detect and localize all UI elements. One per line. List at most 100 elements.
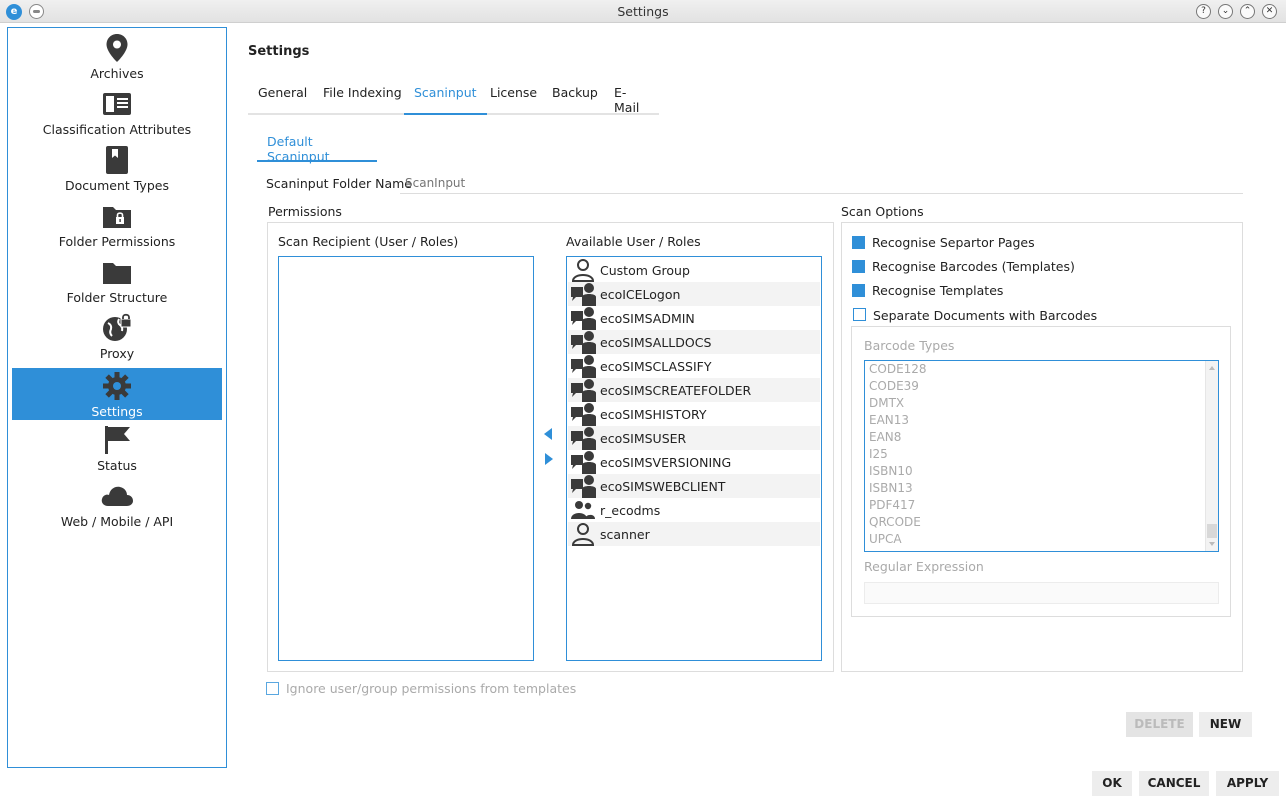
maximize-button[interactable]: ⌃ — [1240, 4, 1255, 19]
list-item[interactable]: ecoSIMSWEBCLIENT — [568, 474, 820, 498]
sidebar-item-archives[interactable]: Archives — [12, 30, 222, 82]
list-item[interactable]: ecoSIMSHISTORY — [568, 402, 820, 426]
apply-button[interactable]: APPLY — [1216, 771, 1279, 796]
ignore-template-permissions-label: Ignore user/group permissions from templ… — [286, 681, 577, 696]
locked-folder-icon — [12, 201, 222, 231]
role-icon — [568, 474, 598, 498]
regex-input[interactable] — [864, 582, 1219, 604]
sidebar-item-label: Folder Permissions — [58, 234, 176, 249]
group-icon — [568, 498, 598, 522]
role-icon — [568, 354, 598, 378]
scroll-down-arrow-icon[interactable] — [1209, 542, 1215, 546]
close-button[interactable]: ✕ — [1262, 4, 1277, 19]
sidebar-item-proxy[interactable]: Proxy — [12, 310, 222, 362]
sidebar-item-web-mobile-api[interactable]: Web / Mobile / API — [12, 478, 222, 530]
scroll-up-arrow-icon[interactable] — [1209, 366, 1215, 370]
barcode-type-item[interactable]: ISBN10 — [869, 464, 913, 481]
new-button[interactable]: NEW — [1199, 712, 1252, 737]
cloud-icon — [12, 481, 222, 511]
recognise-barcodes-checkbox[interactable] — [852, 260, 865, 273]
barcode-list-scrollbar[interactable] — [1205, 361, 1218, 551]
list-item-label: ecoSIMSVERSIONING — [600, 454, 732, 470]
sidebar-item-label: Web / Mobile / API — [60, 514, 174, 529]
flag-icon — [12, 425, 222, 455]
sidebar-item-status[interactable]: Status — [12, 422, 222, 474]
folder-name-label: Scaninput Folder Name — [266, 176, 412, 191]
barcode-type-item[interactable]: I25 — [869, 447, 888, 464]
separate-documents-checkbox[interactable] — [853, 308, 866, 321]
tab-backup[interactable]: Backup — [542, 85, 608, 115]
barcode-type-item[interactable]: EAN13 — [869, 413, 909, 430]
barcode-type-item[interactable]: QRCODE — [869, 515, 921, 532]
sidebar-item-label: Folder Structure — [66, 290, 168, 305]
classification-card-icon — [12, 89, 222, 119]
role-icon — [568, 426, 598, 450]
cancel-button[interactable]: CANCEL — [1139, 771, 1209, 796]
ok-button[interactable]: OK — [1092, 771, 1132, 796]
move-right-arrow-icon[interactable] — [545, 453, 553, 465]
list-item[interactable]: scanner — [568, 522, 820, 546]
list-item-label: ecoSIMSALLDOCS — [600, 334, 712, 350]
scan-options-group-label: Scan Options — [841, 204, 924, 219]
ignore-template-permissions-checkbox[interactable] — [266, 682, 279, 695]
tab-email[interactable]: E-Mail — [604, 85, 659, 115]
minimize-button[interactable]: ⌄ — [1218, 4, 1233, 19]
available-users-list[interactable]: Custom Group ecoICELogon ecoSIMSADMIN ecoSI… — [566, 256, 822, 661]
role-icon — [568, 378, 598, 402]
help-button[interactable]: ? — [1196, 4, 1211, 19]
list-item[interactable]: ecoSIMSCLASSIFY — [568, 354, 820, 378]
sidebar-item-label: Settings — [91, 404, 143, 419]
barcode-type-item[interactable]: EAN8 — [869, 430, 901, 447]
list-item[interactable]: r_ecodms — [568, 498, 820, 522]
list-item[interactable]: ecoSIMSALLDOCS — [568, 330, 820, 354]
scan-recipient-list[interactable] — [278, 256, 534, 661]
sidebar-item-label: Classification Attributes — [42, 122, 192, 137]
list-item-label: ecoSIMSWEBCLIENT — [600, 478, 726, 494]
bookmark-icon — [12, 145, 222, 175]
tab-license[interactable]: License — [480, 85, 547, 115]
folder-name-input[interactable] — [400, 172, 1243, 194]
recognise-separator-pages-checkbox[interactable] — [852, 236, 865, 249]
sidebar-item-label: Archives — [90, 66, 144, 81]
barcode-types-label: Barcode Types — [864, 338, 955, 353]
barcode-type-item[interactable]: PDF417 — [869, 498, 915, 515]
sidebar-item-folder-permissions[interactable]: Folder Permissions — [12, 198, 222, 250]
window-titlebar: e Settings ? ⌄ ⌃ ✕ — [0, 0, 1286, 23]
list-item[interactable]: ecoSIMSUSER — [568, 426, 820, 450]
barcode-types-list[interactable]: CODE128 CODE39 DMTX EAN13 EAN8 I25 ISBN10 ISBN1… — [864, 360, 1219, 552]
tab-scaninput[interactable]: Scaninput — [404, 85, 487, 115]
available-users-label: Available User / Roles — [566, 234, 701, 249]
list-item-label: ecoSIMSCLASSIFY — [600, 358, 712, 374]
move-left-arrow-icon[interactable] — [544, 428, 552, 440]
list-item[interactable]: ecoSIMSVERSIONING — [568, 450, 820, 474]
barcode-type-item[interactable]: CODE128 — [869, 362, 927, 379]
tab-file-indexing[interactable]: File Indexing — [313, 85, 412, 115]
list-item-label: ecoSIMSCREATEFOLDER — [600, 382, 752, 398]
barcode-type-item[interactable]: DMTX — [869, 396, 904, 413]
tab-default-scaninput[interactable]: Default Scaninput — [257, 128, 377, 164]
recognise-templates-checkbox[interactable] — [852, 284, 865, 297]
list-item[interactable]: ecoICELogon — [568, 282, 820, 306]
tab-general[interactable]: General — [248, 85, 317, 115]
list-item[interactable]: Custom Group — [568, 258, 820, 282]
gear-icon — [12, 371, 222, 401]
barcode-type-item[interactable]: CODE39 — [869, 379, 919, 396]
scan-recipient-label: Scan Recipient (User / Roles) — [278, 234, 459, 249]
list-item[interactable]: ecoSIMSCREATEFOLDER — [568, 378, 820, 402]
role-icon — [568, 306, 598, 330]
barcode-type-item[interactable]: UPCA — [869, 532, 902, 549]
role-icon — [568, 282, 598, 306]
user-icon — [568, 522, 598, 546]
role-icon — [568, 330, 598, 354]
recognise-barcodes-label: Recognise Barcodes (Templates) — [872, 259, 1075, 274]
sidebar-item-document-types[interactable]: Document Types — [12, 142, 222, 194]
delete-button[interactable]: DELETE — [1126, 712, 1193, 737]
sidebar-item-settings[interactable]: Settings — [12, 368, 222, 420]
sidebar-item-folder-structure[interactable]: Folder Structure — [12, 254, 222, 306]
sidebar-item-classification-attributes[interactable]: Classification Attributes — [12, 86, 222, 138]
list-item-label: ecoSIMSHISTORY — [600, 406, 707, 422]
barcode-type-item[interactable]: ISBN13 — [869, 481, 913, 498]
list-item[interactable]: ecoSIMSADMIN — [568, 306, 820, 330]
scroll-thumb[interactable] — [1207, 524, 1217, 538]
sidebar: Archives Classification Attributes Docum… — [7, 27, 227, 768]
